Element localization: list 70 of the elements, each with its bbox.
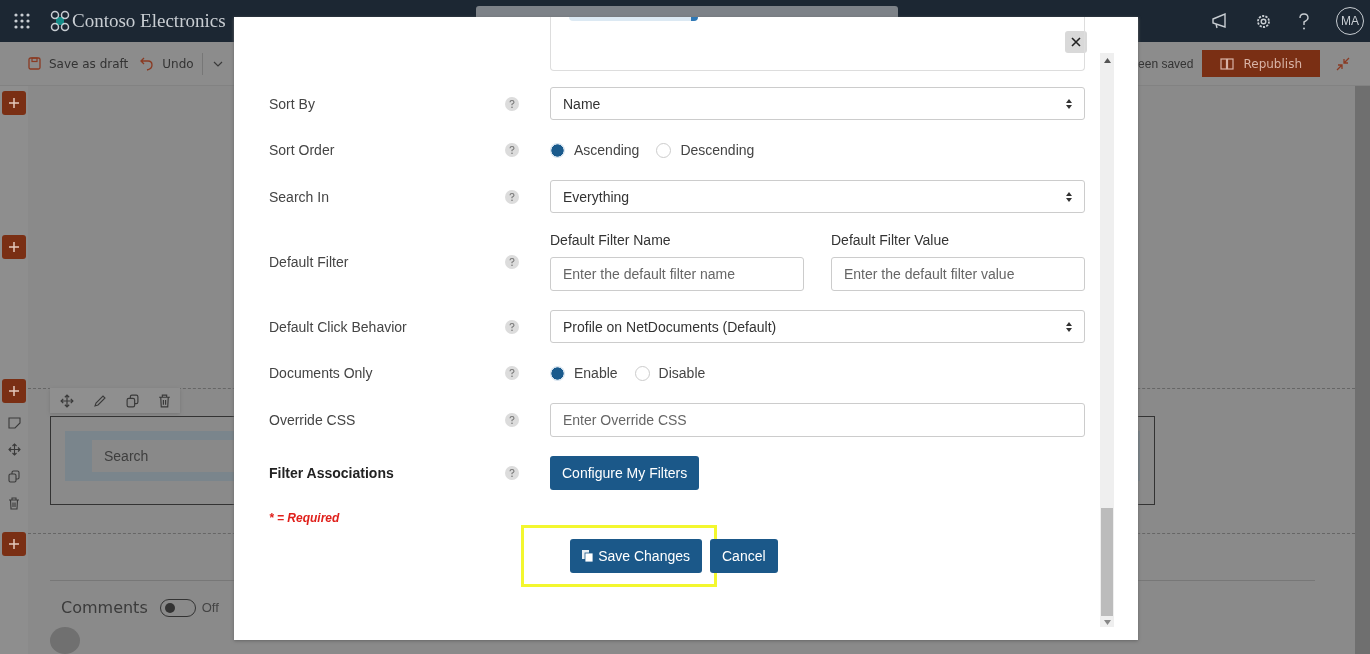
field-label: Override CSS [269, 412, 357, 428]
radio-option[interactable]: Disable [634, 365, 706, 381]
scrollbar-thumb[interactable] [1101, 508, 1113, 616]
radio-option[interactable]: Ascending [550, 142, 640, 158]
toggle-state-text: Off [201, 600, 219, 616]
field-heading: Default Filter Value [831, 232, 950, 248]
input-field[interactable]: Enter Override CSS [550, 403, 1085, 437]
cancel-button[interactable]: Cancel [710, 539, 778, 573]
plus-icon [9, 386, 19, 396]
logo-icon [50, 10, 70, 32]
sort-arrows-icon [1066, 98, 1072, 109]
edit-section-icon[interactable] [7, 417, 21, 429]
page-scrollbar[interactable] [1355, 86, 1370, 654]
help-icon[interactable] [1298, 12, 1310, 30]
dialog-scrollbar[interactable] [1100, 53, 1114, 627]
add-section-button[interactable] [2, 532, 26, 556]
app-launcher-icon[interactable] [14, 13, 30, 29]
move-icon[interactable] [59, 393, 74, 408]
field-label: Search In [269, 188, 330, 205]
input-field[interactable]: Enter the default filter value [831, 257, 1085, 291]
save-icon [28, 57, 41, 70]
save-changes-button[interactable]: Save Changes [570, 539, 702, 573]
field-label: Sort By [269, 95, 316, 112]
add-section-button[interactable] [2, 379, 26, 403]
field-label: Default Click Behavior [269, 318, 408, 335]
settings-icon[interactable] [1255, 12, 1272, 30]
save-status-text: een saved [1138, 56, 1194, 71]
field-label: Default Filter [269, 253, 350, 270]
comments-label: Comments [61, 598, 148, 618]
plus-icon [9, 98, 19, 108]
undo-icon [140, 56, 155, 71]
field-heading: Default Filter Name [550, 232, 672, 248]
dropdown[interactable]: Everything [550, 180, 1085, 213]
move-icon[interactable] [7, 443, 21, 456]
save-draft-button[interactable]: Save as draft [28, 56, 129, 71]
configure-filters-button[interactable]: Configure My Filters [550, 456, 700, 490]
radio-option[interactable]: Enable [550, 365, 618, 381]
megaphone-icon[interactable] [1211, 13, 1229, 29]
sort-arrows-icon [1066, 191, 1072, 202]
field-label: Sort Order [269, 142, 336, 158]
input-field[interactable]: Enter the default filter name [550, 257, 804, 291]
plus-icon [9, 242, 19, 252]
pencil-icon[interactable] [92, 393, 107, 408]
delete-icon[interactable] [157, 393, 171, 408]
copy-icon [582, 550, 594, 562]
site-name[interactable]: Contoso Electronics [72, 10, 226, 32]
add-section-button[interactable] [2, 91, 26, 115]
partial-field[interactable] [550, 17, 1085, 71]
scroll-up-icon[interactable] [1103, 58, 1111, 63]
radio-option[interactable]: Descending [656, 142, 755, 158]
dropdown[interactable]: Profile on NetDocuments (Default) [550, 310, 1085, 343]
duplicate-icon[interactable] [8, 470, 20, 483]
field-label: Documents Only [269, 365, 374, 381]
scroll-down-icon[interactable] [1103, 620, 1111, 625]
user-avatar-icon [50, 627, 80, 654]
close-icon [1071, 37, 1081, 47]
required-note: * = Required [269, 511, 341, 525]
collapse-icon[interactable] [1336, 56, 1350, 71]
partial-toggle-icon [569, 17, 698, 21]
undo-button[interactable]: Undo [140, 56, 194, 71]
duplicate-icon[interactable] [125, 393, 139, 408]
book-icon [1220, 57, 1235, 70]
republish-button[interactable]: Republish [1202, 50, 1320, 77]
add-section-button[interactable] [2, 235, 26, 259]
sort-arrows-icon [1066, 321, 1072, 332]
plus-icon [9, 539, 19, 549]
delete-icon[interactable] [8, 497, 20, 510]
dropdown[interactable]: Name [550, 87, 1085, 120]
chevron-down-icon[interactable] [212, 60, 223, 67]
close-button[interactable] [1065, 31, 1087, 53]
